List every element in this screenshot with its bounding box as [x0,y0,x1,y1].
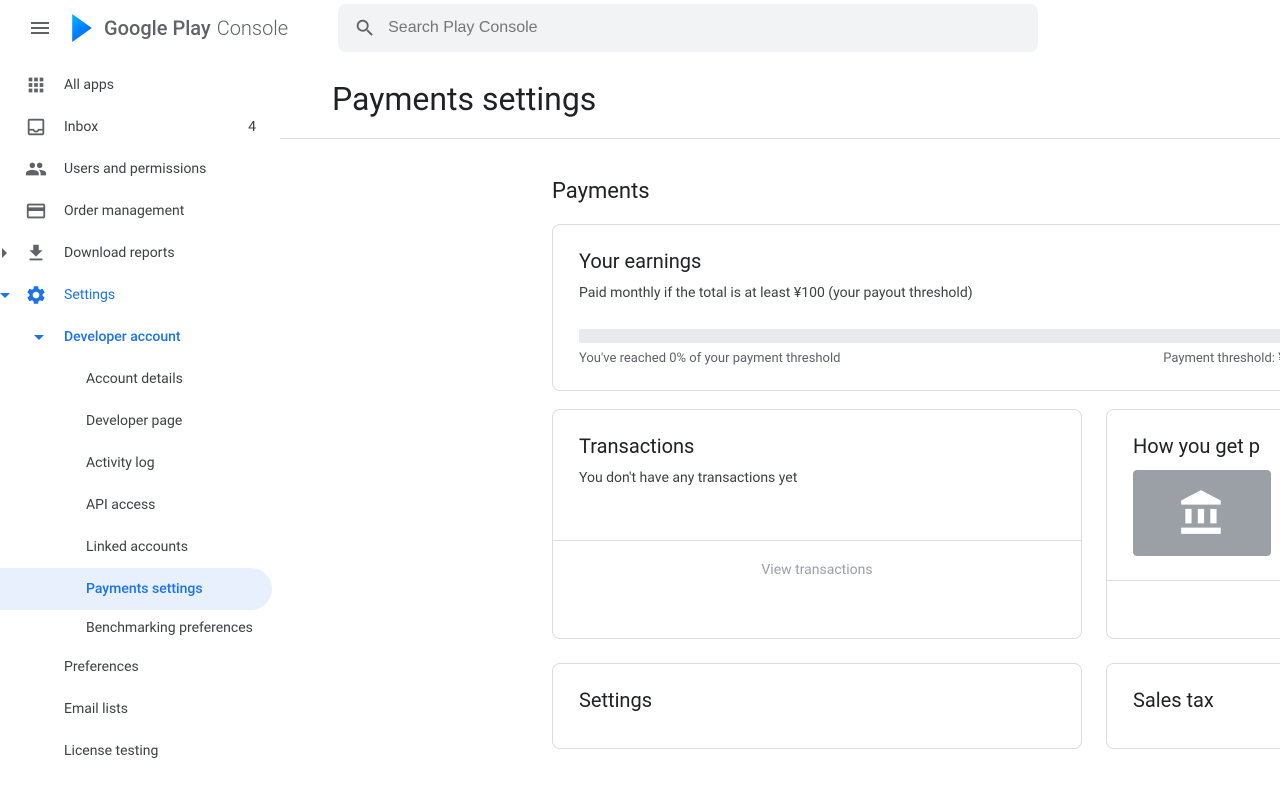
sidebar-item-activity-log[interactable]: Activity log [0,442,272,484]
inbox-count-badge: 4 [248,119,256,135]
sidebar-item-license-testing[interactable]: License testing [0,730,272,772]
chevron-down-icon [34,335,44,340]
how-paid-title: How you get p [1133,434,1279,458]
transactions-title: Transactions [579,434,1055,458]
sidebar-label: Activity log [86,455,155,471]
sidebar-item-preferences[interactable]: Preferences [0,646,272,688]
sidebar-item-settings[interactable]: Settings [0,274,272,316]
play-logo-icon [68,14,96,42]
apps-icon [25,74,47,96]
sidebar-item-developer-account[interactable]: Developer account [0,316,272,358]
sidebar-label: Order management [64,203,184,219]
app-header: Google Play Console [0,0,1280,56]
sidebar-label: Inbox [64,119,98,135]
earnings-subtitle: Paid monthly if the total is at least ¥1… [579,285,1280,301]
bank-icon [1177,488,1227,538]
settings-card-title: Settings [579,688,1055,712]
sidebar-label: Account details [86,371,183,387]
transactions-card: Transactions You don't have any transact… [552,409,1082,639]
earnings-card: Your earnings Paid monthly if the total … [552,224,1280,391]
earnings-progress-bar [579,329,1280,343]
transactions-empty-text: You don't have any transactions yet [579,470,1055,486]
sidebar-label: Users and permissions [64,161,206,177]
sidebar-item-downloads[interactable]: Download reports [0,232,272,274]
sidebar-label: License testing [64,743,158,759]
download-icon [25,242,47,264]
gear-icon [25,284,47,306]
view-transactions-button[interactable]: View transactions [761,562,872,578]
sidebar-item-benchmarking[interactable]: Benchmarking preferences [0,610,272,646]
sidebar-item-developer-page[interactable]: Developer page [0,400,272,442]
people-icon [25,158,47,180]
how-you-get-paid-card: How you get p [1106,409,1280,639]
sidebar-label: Developer page [86,413,182,429]
sidebar-label: Linked accounts [86,539,188,555]
inbox-icon [25,116,47,138]
sidebar-item-orders[interactable]: Order management [0,190,272,232]
sidebar-item-linked-accounts[interactable]: Linked accounts [0,526,272,568]
logo-text: Google Play Console [104,16,288,40]
search-box[interactable] [338,4,1038,52]
sidebar-item-api-access[interactable]: API access [0,484,272,526]
sales-tax-card: Sales tax [1106,663,1280,749]
sidebar-item-all-apps[interactable]: All apps [0,64,272,106]
divider [280,138,1280,139]
search-icon [354,17,376,39]
main-menu-button[interactable] [16,4,64,52]
product-logo[interactable]: Google Play Console [68,14,288,42]
sales-tax-title: Sales tax [1133,688,1279,712]
credit-card-icon [25,200,47,222]
sidebar-item-payments-settings[interactable]: Payments settings [0,568,272,610]
sidebar-label: Email lists [64,701,128,717]
bank-card-placeholder[interactable] [1133,470,1271,556]
sidebar: All apps Inbox 4 Users and permissions O… [0,56,280,772]
settings-card: Settings [552,663,1082,749]
search-input[interactable] [388,19,1022,37]
sidebar-item-inbox[interactable]: Inbox 4 [0,106,272,148]
section-payments-heading: Payments [552,179,1280,204]
sidebar-label: API access [86,497,155,513]
sidebar-label: Settings [64,287,115,303]
sidebar-label: Download reports [64,245,175,261]
sidebar-label: All apps [64,77,114,93]
sidebar-label: Benchmarking preferences [86,620,253,636]
hamburger-icon [28,16,52,40]
sidebar-item-email-lists[interactable]: Email lists [0,688,272,730]
progress-left-label: You've reached 0% of your payment thresh… [579,351,840,366]
main-content: Payments settings Payments Your earnings… [280,56,1280,772]
sidebar-item-account-details[interactable]: Account details [0,358,272,400]
page-title: Payments settings [332,80,1280,118]
sidebar-label: Payments settings [86,581,203,597]
earnings-title: Your earnings [579,249,1280,273]
sidebar-item-users[interactable]: Users and permissions [0,148,272,190]
sidebar-label: Developer account [64,329,181,345]
progress-right-label: Payment threshold: ¥ [1163,351,1280,366]
sidebar-label: Preferences [64,659,139,675]
